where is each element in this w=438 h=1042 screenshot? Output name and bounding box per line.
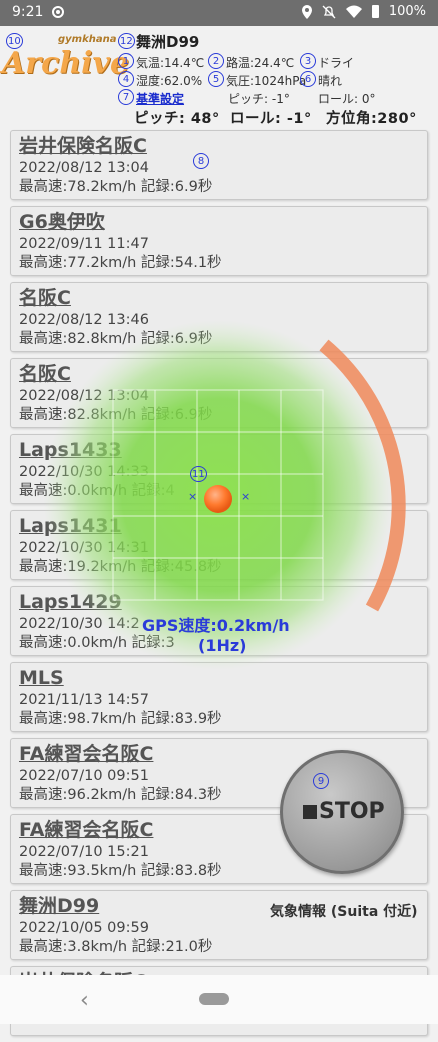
record-name: G6奥伊吹 — [19, 211, 105, 233]
back-icon[interactable]: ‹ — [80, 988, 89, 1013]
record-stats: 最高速:3.8km/h 記録:21.0秒 — [19, 939, 213, 955]
system-nav-bar: ‹ — [0, 975, 438, 1024]
record-datetime: 2022/10/30 14:33 — [19, 464, 149, 480]
wifi-icon — [345, 5, 362, 18]
gps-rate: (1Hz) — [198, 636, 247, 655]
stop-button[interactable]: 9 STOP — [280, 750, 404, 874]
calibrate-link[interactable]: 基準設定 — [136, 90, 184, 107]
record-stats: 最高速:0.0km/h 記録:4 — [19, 483, 175, 499]
stop-label: STOP — [303, 799, 385, 824]
record-name: 名阪C — [19, 363, 71, 385]
status-icons: 100% — [301, 4, 426, 19]
marker-11: 11 — [190, 466, 207, 482]
marker-7: 7 — [118, 89, 134, 105]
record-datetime: 2021/11/13 14:57 — [19, 692, 149, 708]
weather: 晴れ — [318, 74, 343, 88]
record-stats: 最高速:77.2km/h 記録:54.1秒 — [19, 255, 222, 271]
sync-icon — [52, 6, 64, 18]
record-stats: 最高速:19.2km/h 記録:45.8秒 — [19, 559, 222, 575]
stop-text: STOP — [319, 799, 385, 824]
record-card[interactable]: 名阪C 2022/08/12 13:04 最高速:82.8km/h 記録:6.9… — [10, 358, 428, 428]
gps-speed: GPS速度:0.2km/h — [142, 616, 290, 635]
marker-8: 8 — [193, 153, 209, 169]
mute-icon — [322, 5, 336, 18]
record-datetime: 2022/08/12 13:46 — [19, 312, 149, 328]
record-name: MLS — [19, 667, 64, 689]
pitch-reference: ピッチ: -1° — [228, 92, 290, 106]
record-card[interactable]: G6奥伊吹 2022/09/11 11:47 最高速:77.2km/h 記録:5… — [10, 206, 428, 276]
record-datetime: 2022/09/11 11:47 — [19, 236, 149, 252]
marker-4: 4 — [118, 71, 134, 87]
logo-subtitle: gymkhana — [58, 34, 117, 45]
record-stats: 最高速:82.8km/h 記録:6.9秒 — [19, 407, 213, 423]
road-temp: 路温:24.4℃ — [226, 56, 295, 70]
record-stats: 最高速:78.2km/h 記録:6.9秒 — [19, 179, 213, 195]
weather-info-label: 気象情報 (Suita 付近) — [270, 904, 418, 920]
record-name: Laps1433 — [19, 439, 122, 461]
marker-5: 5 — [208, 71, 224, 87]
status-time: 9:21 — [12, 4, 44, 20]
record-datetime: 2022/08/12 13:04 — [19, 160, 149, 176]
location-title: 舞洲D99 — [136, 33, 200, 51]
record-card[interactable]: 岩井保険名阪C 2022/08/12 13:04 最高速:78.2km/h 記録… — [10, 130, 428, 200]
record-stats: 最高速:82.8km/h 記録:6.9秒 — [19, 331, 213, 347]
record-name: 名阪C — [19, 287, 71, 309]
marker-6: 6 — [300, 71, 316, 87]
location-icon — [301, 4, 312, 19]
azimuth-value: 方位角:280° — [326, 111, 417, 127]
road-condition: ドライ — [318, 56, 355, 70]
status-bar: 9:21 100% — [0, 0, 438, 26]
battery-icon — [371, 5, 379, 18]
humidity: 湿度:62.0% — [136, 74, 203, 88]
roll-value: ロール: -1° — [230, 111, 312, 127]
home-pill-icon[interactable] — [199, 993, 229, 1005]
record-card[interactable]: MLS 2021/11/13 14:57 最高速:98.7km/h 記録:83.… — [10, 662, 428, 732]
marker-3: 3 — [300, 53, 316, 69]
record-card[interactable]: Laps1431 2022/10/30 14:31 最高速:19.2km/h 記… — [10, 510, 428, 580]
record-name: Laps1431 — [19, 515, 122, 537]
pressure: 気圧:1024hPa — [226, 74, 307, 88]
pitch-value: ピッチ: 48° — [134, 111, 220, 127]
record-datetime: 2022/10/30 14:31 — [19, 540, 149, 556]
app-logo[interactable]: Archive — [2, 46, 129, 81]
record-name: 岩井保険名阪C — [19, 135, 147, 157]
battery-level: 100% — [388, 4, 426, 19]
air-temp: 気温:14.4℃ — [136, 56, 205, 70]
record-stats: 最高速:98.7km/h 記録:83.9秒 — [19, 711, 222, 727]
record-datetime: 2022/08/12 13:04 — [19, 388, 149, 404]
marker-12: 12 — [118, 33, 135, 49]
roll-reference: ロール: 0° — [318, 92, 376, 106]
record-card[interactable]: Laps1433 2022/10/30 14:33 最高速:0.0km/h 記録… — [10, 434, 428, 504]
marker-2: 2 — [208, 53, 224, 69]
record-datetime: 2022/10/05 09:59 — [19, 920, 149, 936]
stop-square-icon — [303, 805, 317, 819]
record-card[interactable]: 名阪C 2022/08/12 13:46 最高速:82.8km/h 記録:6.9… — [10, 282, 428, 352]
marker-9: 9 — [313, 773, 329, 789]
marker-1: 1 — [118, 53, 134, 69]
